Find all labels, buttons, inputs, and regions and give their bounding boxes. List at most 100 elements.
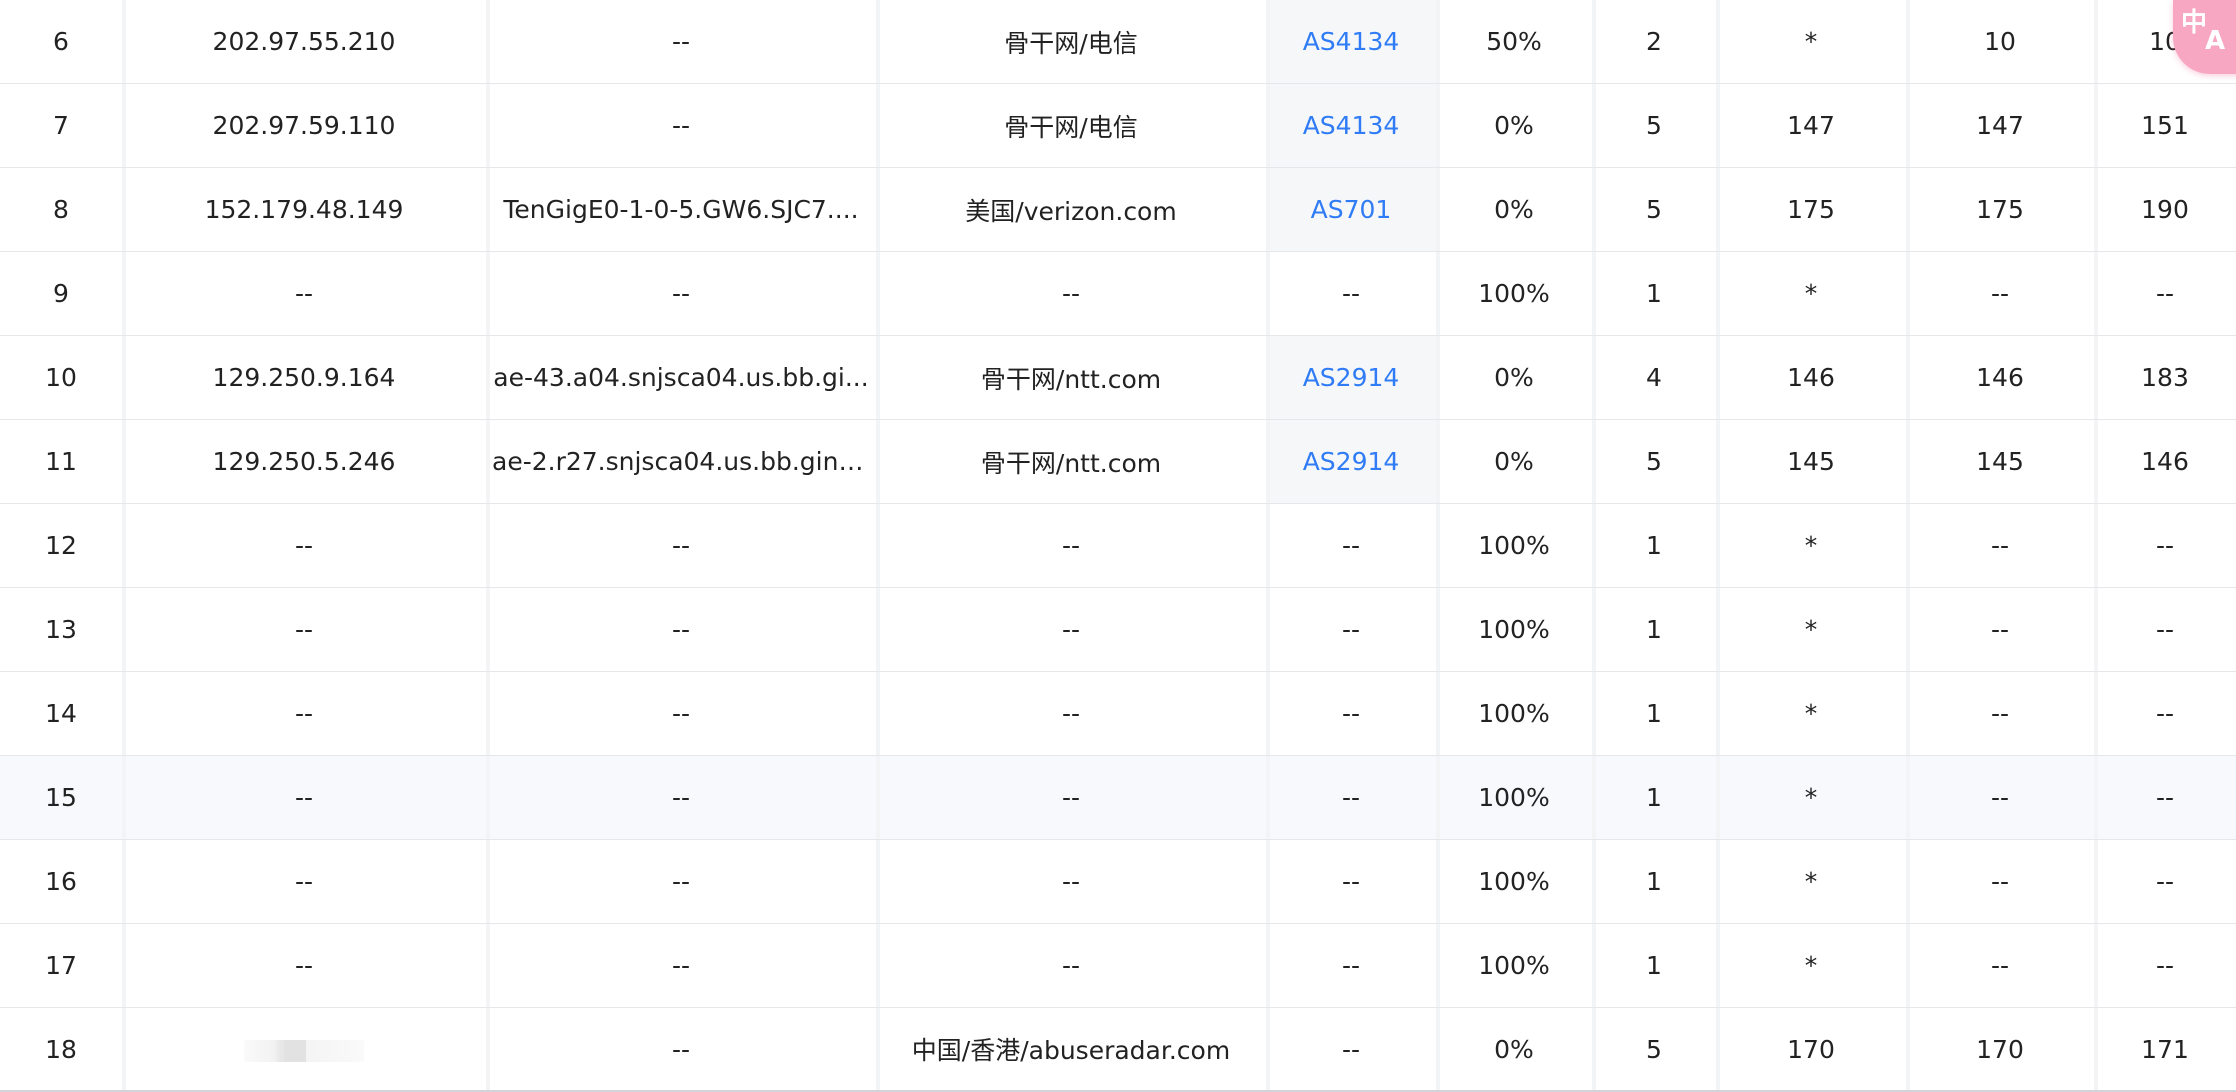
loss-cell: 100% [1436, 924, 1592, 1008]
loss-cell: 50% [1436, 0, 1592, 84]
table-row: 6 202.97.55.210 -- 骨干网/电信 AS4134 50% 2 * 10 10 [0, 0, 2236, 84]
table-row: 7 202.97.59.110 -- 骨干网/电信 AS4134 0% 5 147 147 151 [0, 84, 2236, 168]
loss-cell: 0% [1436, 1008, 1592, 1092]
best-cell: 146 [1906, 336, 2094, 420]
worst-cell: 171 [2094, 1008, 2236, 1092]
loss-cell: 0% [1436, 168, 1592, 252]
translate-icon-latin: A [2205, 26, 2226, 56]
best-cell: -- [1906, 672, 2094, 756]
loss-cell: 100% [1436, 756, 1592, 840]
worst-cell: 146 [2094, 420, 2236, 504]
table-row: 14 -- -- -- -- 100% 1 * -- -- [0, 672, 2236, 756]
table-row: 15 -- -- -- -- 100% 1 * -- -- [0, 756, 2236, 840]
last-cell: 147 [1716, 84, 1906, 168]
loss-cell: 100% [1436, 252, 1592, 336]
last-cell: 175 [1716, 168, 1906, 252]
hostname-cell: -- [486, 756, 876, 840]
best-cell: -- [1906, 924, 2094, 1008]
hostname-cell: -- [486, 252, 876, 336]
best-cell: -- [1906, 756, 2094, 840]
sent-cell: 1 [1592, 588, 1716, 672]
asn-cell: -- [1266, 840, 1436, 924]
ip-cell: -- [122, 840, 486, 924]
ip-cell [122, 1008, 486, 1092]
worst-cell: -- [2094, 756, 2236, 840]
location-cell: -- [876, 756, 1266, 840]
table-row: 10 129.250.9.164 ae-43.a04.snjsca04.us.bb.… [0, 336, 2236, 420]
table-row: 8 152.179.48.149 TenGigE0-1-0-5.GW6.SJC7..… [0, 168, 2236, 252]
loss-cell: 0% [1436, 336, 1592, 420]
worst-cell: -- [2094, 504, 2236, 588]
ip-cell: 129.250.5.246 [122, 420, 486, 504]
ip-cell: -- [122, 588, 486, 672]
loss-cell: 0% [1436, 84, 1592, 168]
loss-cell: 100% [1436, 504, 1592, 588]
best-cell: 147 [1906, 84, 2094, 168]
ip-cell: -- [122, 252, 486, 336]
hostname-cell: -- [486, 672, 876, 756]
hop-cell: 17 [0, 924, 122, 1008]
location-cell: 中国/香港/abuseradar.com [876, 1008, 1266, 1092]
best-cell: 170 [1906, 1008, 2094, 1092]
hop-cell: 9 [0, 252, 122, 336]
worst-cell: -- [2094, 672, 2236, 756]
ip-cell: -- [122, 756, 486, 840]
location-cell: 骨干网/ntt.com [876, 336, 1266, 420]
last-cell: 145 [1716, 420, 1906, 504]
last-cell: 146 [1716, 336, 1906, 420]
hostname-cell: -- [486, 588, 876, 672]
asn-link[interactable]: AS4134 [1303, 111, 1400, 140]
location-cell: 骨干网/电信 [876, 0, 1266, 84]
table-row: 16 -- -- -- -- 100% 1 * -- -- [0, 840, 2236, 924]
sent-cell: 1 [1592, 252, 1716, 336]
location-cell: -- [876, 672, 1266, 756]
asn-cell: AS4134 [1266, 0, 1436, 84]
last-cell: * [1716, 924, 1906, 1008]
asn-cell: AS4134 [1266, 84, 1436, 168]
hop-cell: 11 [0, 420, 122, 504]
last-cell: * [1716, 0, 1906, 84]
worst-cell: 151 [2094, 84, 2236, 168]
asn-link[interactable]: AS4134 [1303, 27, 1400, 56]
hostname-cell: -- [486, 924, 876, 1008]
asn-link[interactable]: AS2914 [1303, 447, 1400, 476]
last-cell: * [1716, 504, 1906, 588]
sent-cell: 5 [1592, 168, 1716, 252]
hop-cell: 7 [0, 84, 122, 168]
table-row: 9 -- -- -- -- 100% 1 * -- -- [0, 252, 2236, 336]
asn-cell: AS701 [1266, 168, 1436, 252]
asn-cell: -- [1266, 252, 1436, 336]
location-cell: 美国/verizon.com [876, 168, 1266, 252]
hop-cell: 8 [0, 168, 122, 252]
sent-cell: 1 [1592, 504, 1716, 588]
asn-cell: -- [1266, 924, 1436, 1008]
traceroute-table-body: 6 202.97.55.210 -- 骨干网/电信 AS4134 50% 2 * 10 10 7 20… [0, 0, 2236, 1092]
ip-cell: 152.179.48.149 [122, 168, 486, 252]
last-cell: * [1716, 756, 1906, 840]
worst-cell: -- [2094, 252, 2236, 336]
last-cell: * [1716, 840, 1906, 924]
ip-cell: -- [122, 924, 486, 1008]
loss-cell: 100% [1436, 840, 1592, 924]
asn-cell: -- [1266, 1008, 1436, 1092]
hostname-cell[interactable]: ae-43.a04.snjsca04.us.bb.gi... [486, 336, 876, 420]
table-row: 12 -- -- -- -- 100% 1 * -- -- [0, 504, 2236, 588]
asn-link[interactable]: AS701 [1311, 195, 1392, 224]
hop-cell: 13 [0, 588, 122, 672]
best-cell: -- [1906, 840, 2094, 924]
asn-link[interactable]: AS2914 [1303, 363, 1400, 392]
hostname-cell[interactable]: TenGigE0-1-0-5.GW6.SJC7.... [486, 168, 876, 252]
hostname-cell[interactable]: ae-2.r27.snjsca04.us.bb.gin.... [486, 420, 876, 504]
translate-icon: 中 [2181, 8, 2208, 38]
sent-cell: 1 [1592, 672, 1716, 756]
ip-cell: 129.250.9.164 [122, 336, 486, 420]
hop-cell: 15 [0, 756, 122, 840]
loss-cell: 100% [1436, 672, 1592, 756]
ip-cell: -- [122, 504, 486, 588]
hostname-cell: -- [486, 504, 876, 588]
ip-cell: -- [122, 672, 486, 756]
last-cell: 170 [1716, 1008, 1906, 1092]
best-cell: -- [1906, 252, 2094, 336]
hostname-cell: -- [486, 84, 876, 168]
sent-cell: 2 [1592, 0, 1716, 84]
